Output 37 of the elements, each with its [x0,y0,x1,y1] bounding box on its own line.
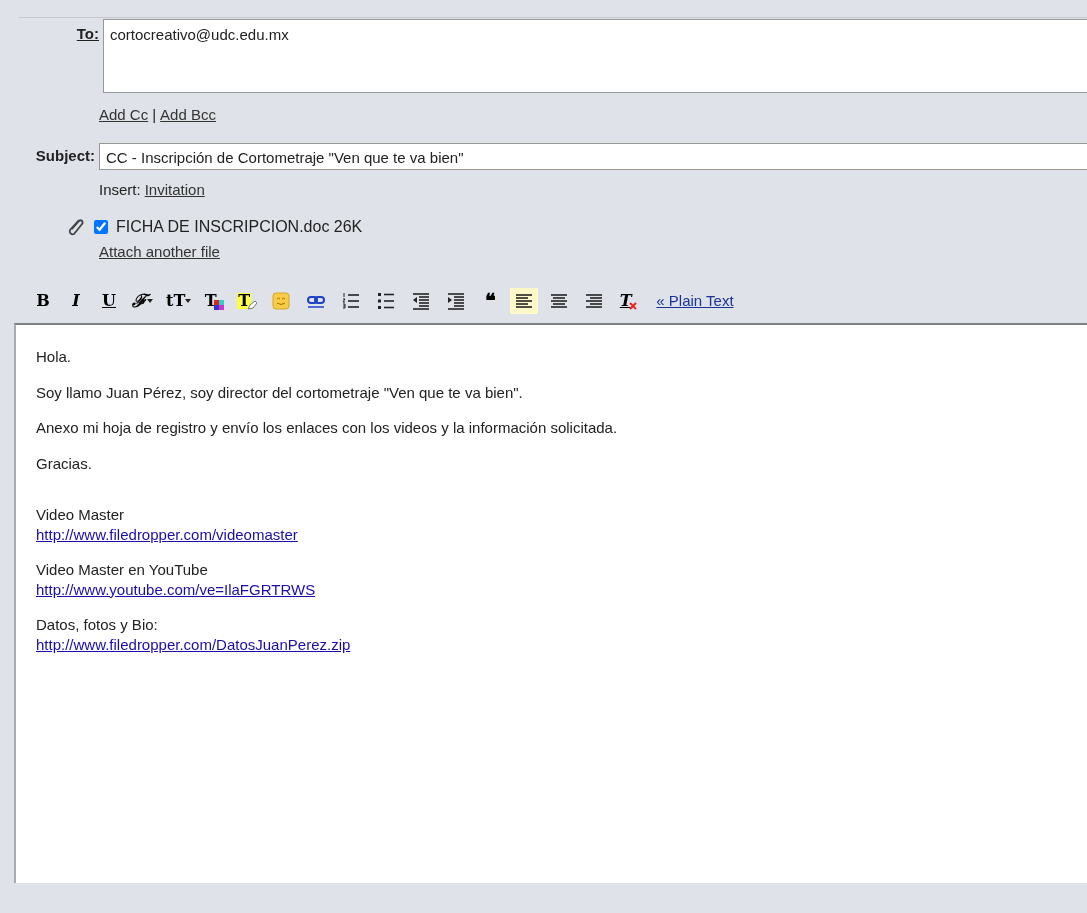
size-button[interactable]: tT [163,288,195,314]
subject-field[interactable]: CC - Inscripción de Cortometraje "Ven que te va bien" [99,143,1087,170]
bold-button[interactable]: B [30,288,56,314]
italic-button[interactable]: I [63,288,89,314]
url-link[interactable]: http://www.filedropper.com/DatosJuanPerez.zip [36,635,351,653]
plain-text-link[interactable]: « Plain Text [656,289,734,313]
underline-button[interactable]: U [96,288,122,314]
body-text: Gracias. [36,453,92,473]
url-link[interactable]: http://www.filedropper.com/videomaster [36,525,298,543]
dropdown-caret-icon [147,299,153,303]
url-link[interactable]: http://www.youtube.com/ve=IlaFGRTRWS [36,580,316,598]
attach-file-link[interactable]: Attach another file [99,242,220,260]
invitation-link[interactable]: Invitation [144,179,205,202]
separator: | [152,104,157,125]
emoticon-icon [270,290,293,312]
attachment-checkbox[interactable] [94,219,108,234]
subject-label: Subject: [34,146,96,167]
highlight-button[interactable]: T [234,288,261,314]
alignleft-button[interactable] [510,288,539,314]
font-button[interactable]: ℱ [129,288,156,314]
attachment-name: FICHA DE INSCRIPCION.doc 26K [116,216,363,237]
body-text: Video Master en YouTube [36,560,208,580]
to-field[interactable]: cortocreativo@udc.edu.mx [103,19,1087,93]
to-link[interactable]: To: [76,25,99,42]
insert-label: Insert: [99,180,141,200]
textcolor-button[interactable]: T [201,288,228,314]
body-text: Soy llamo Juan Pérez, soy director del cortometraje "Ven que te va bien". [36,382,523,402]
body-text: Hola. [36,347,72,367]
dropdown-caret-icon [185,299,192,303]
add-bcc-link[interactable]: Add Bcc [160,103,216,127]
body-text: Video Master [36,505,125,525]
body-text: Datos, fotos y Bio: [36,615,158,635]
body-text: Anexo mi hoja de registro y envío los enlaces con los videos y la información solicitada. [36,418,618,438]
add-cc-link[interactable]: Add Cc [99,103,149,127]
removeformat-button[interactable]: T [615,288,642,314]
highlighted-letter: T [237,293,252,309]
quote-button[interactable]: ❝ [477,288,504,314]
